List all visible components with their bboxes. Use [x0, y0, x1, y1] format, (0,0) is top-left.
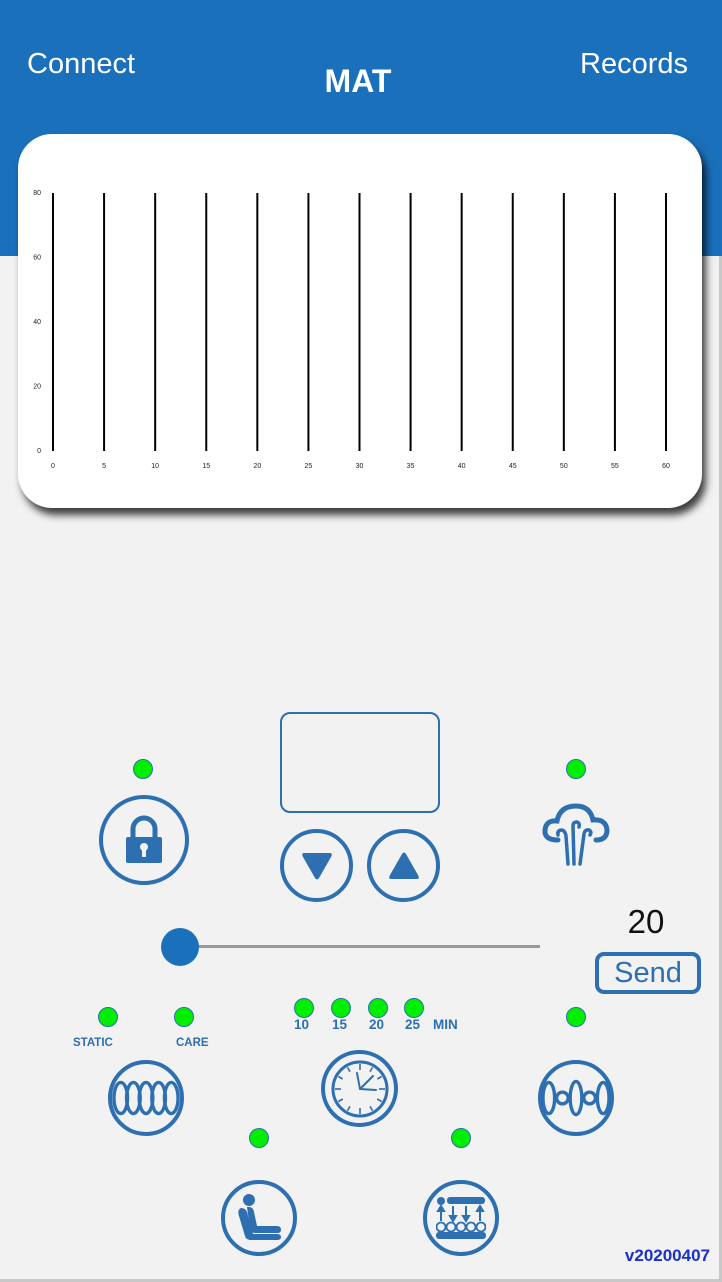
y-tick-label: 20: [33, 384, 41, 391]
seated-person-icon: [238, 1194, 281, 1240]
alternating-cells-icon: [542, 1079, 610, 1117]
records-button[interactable]: Records: [580, 48, 688, 81]
decrease-button[interactable]: [280, 829, 353, 902]
lock-led: [133, 759, 153, 779]
slider-value: 20: [627, 903, 665, 940]
x-tick-label: 10: [151, 463, 159, 470]
steam-button[interactable]: [540, 800, 612, 872]
triangle-down-icon: [301, 852, 332, 879]
care-label: CARE: [176, 1037, 209, 1049]
pressure-chart: 0 5 10 15 20 25 30 35 40 45 50 55 60 0 20 40 60 80: [33, 190, 670, 470]
x-tick-label: 5: [102, 463, 106, 470]
x-tick-label: 50: [560, 463, 568, 470]
seat-button[interactable]: [221, 1180, 297, 1256]
y-tick-label: 60: [33, 255, 41, 262]
pressure-led: [451, 1128, 471, 1148]
x-tick-label: 15: [202, 463, 210, 470]
triangle-up-icon: [388, 852, 419, 879]
steam-led: [566, 759, 586, 779]
pressure-button[interactable]: [423, 1180, 499, 1256]
x-tick-label: 60: [662, 463, 670, 470]
x-tick-label: 55: [611, 463, 619, 470]
send-label: Send: [614, 956, 682, 989]
static-led: [98, 1007, 118, 1027]
timer-led-15: [331, 998, 351, 1018]
slider-thumb[interactable]: [161, 928, 199, 966]
chart-card: 0 5 10 15 20 25 30 35 40 45 50 55 60 0 20 40 60 80: [18, 134, 702, 508]
timer-button[interactable]: [321, 1050, 398, 1127]
wave-led: [566, 1007, 586, 1027]
x-tick-label: 25: [305, 463, 313, 470]
timer-led-20: [368, 998, 388, 1018]
timer-unit-label: MIN: [433, 1017, 458, 1032]
level-display: [280, 712, 440, 813]
lock-icon: [126, 815, 162, 863]
seat-led: [249, 1128, 269, 1148]
steam-cloud-icon: [542, 803, 610, 866]
timer-label-25: 25: [405, 1017, 421, 1032]
increase-button[interactable]: [367, 829, 440, 902]
timer-led-25: [404, 998, 424, 1018]
x-tick-label: 35: [407, 463, 415, 470]
x-tick-label: 40: [458, 463, 466, 470]
clock-icon: [331, 1060, 388, 1117]
wave-button[interactable]: [538, 1060, 614, 1136]
timer-led-10: [294, 998, 314, 1018]
send-button[interactable]: Send: [595, 952, 701, 994]
x-tick-label: 30: [356, 463, 364, 470]
y-tick-label: 80: [33, 190, 41, 197]
timer-label-20: 20: [369, 1017, 385, 1032]
y-tick-label: 0: [37, 448, 41, 455]
x-tick-label: 20: [253, 463, 261, 470]
mode-button[interactable]: [108, 1060, 184, 1136]
coil-mattress-icon: [112, 1080, 180, 1116]
slider-track[interactable]: [180, 945, 540, 948]
version-label: v20200407: [624, 1246, 710, 1265]
y-tick-label: 40: [33, 319, 41, 326]
x-tick-label: 0: [51, 463, 55, 470]
care-led: [174, 1007, 194, 1027]
x-tick-label: 45: [509, 463, 517, 470]
lock-button[interactable]: [99, 795, 189, 885]
timer-label-15: 15: [332, 1017, 348, 1032]
timer-label-10: 10: [294, 1017, 310, 1032]
static-label: STATIC: [73, 1037, 113, 1049]
pressure-cells-icon: [436, 1197, 486, 1239]
